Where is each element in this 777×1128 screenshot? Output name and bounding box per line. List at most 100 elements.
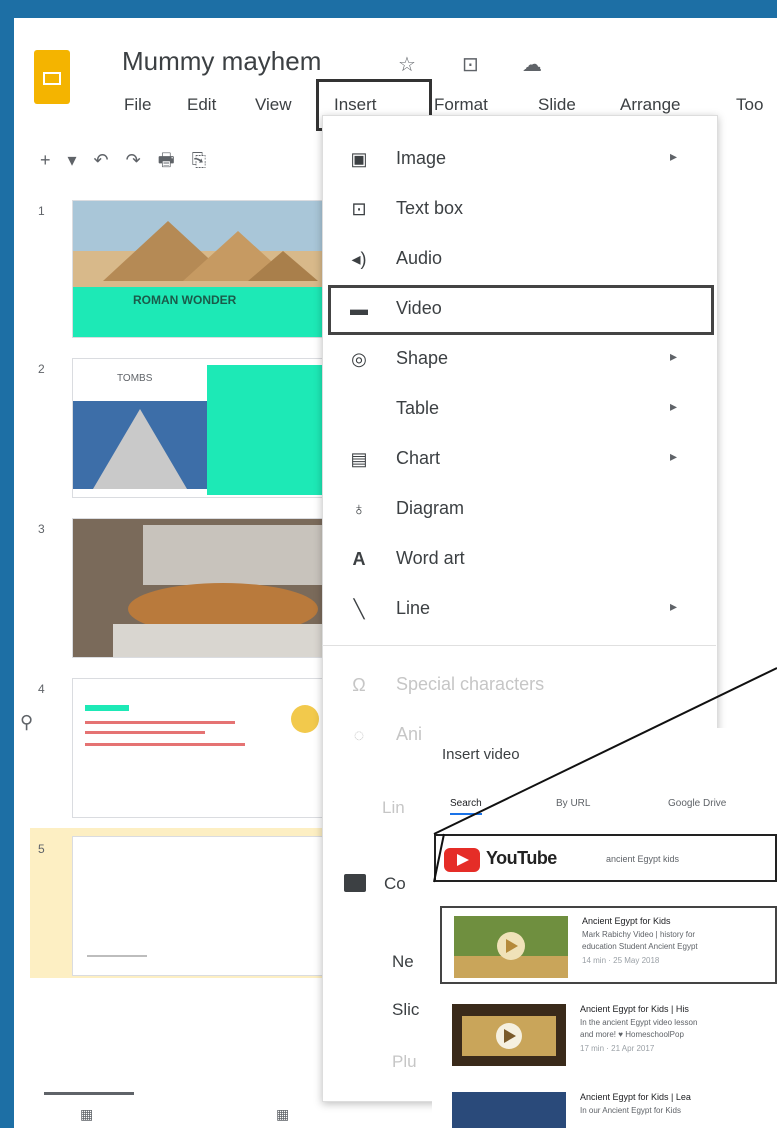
menu-arrange[interactable]: Arrange (620, 95, 680, 115)
menu-item-word-art[interactable]: A Word art (322, 538, 716, 582)
comment-add-icon (344, 874, 366, 892)
diagram-icon: ♁ (352, 499, 366, 519)
video-result-title: Ancient Egypt for Kids | Lea (580, 1092, 691, 1102)
slide-1-banner: ROMAN WONDER (133, 293, 237, 307)
youtube-logo-icon (444, 848, 480, 872)
tab-google-drive[interactable]: Google Drive (668, 798, 726, 809)
menu-item-line[interactable]: ╲ Line ▸ (322, 588, 716, 632)
slide-thumbnail-2[interactable]: TOMBS (72, 358, 324, 498)
menu-file[interactable]: File (124, 95, 151, 115)
menu-item-new-slide-partial[interactable]: Ne (392, 952, 414, 972)
menu-format[interactable]: Format (434, 95, 488, 115)
menu-item-slide-numbers-partial[interactable]: Slic (392, 1000, 419, 1020)
audio-icon: ◂) (351, 249, 367, 269)
slide-number: 3 (38, 522, 45, 536)
menu-item-comment-partial[interactable]: Co (384, 874, 406, 894)
slide-5-content (87, 955, 147, 957)
video-result-2[interactable]: Ancient Egypt for Kids | His In the anci… (440, 996, 777, 1074)
video-thumbnail (454, 916, 568, 978)
video-result-meta: 14 min · 25 May 2018 (582, 956, 660, 965)
video-result-desc: Mark Rabichy Video | history for (582, 930, 696, 939)
video-result-desc: and more! ♥ HomeschoolPop (580, 1030, 684, 1039)
menu-item-text-box[interactable]: ⊡ Text box (322, 188, 716, 232)
tomb-image (73, 365, 323, 495)
video-result-meta: 17 min · 21 Apr 2017 (580, 1044, 655, 1053)
slide-thumbnail-5[interactable] (72, 836, 324, 976)
pyramids-image (73, 201, 323, 337)
menu-item-animation-label: Ani (396, 724, 423, 744)
submenu-arrow-icon: ▸ (670, 398, 678, 414)
line-icon: ╲ (353, 599, 365, 619)
grid-view-icon[interactable]: ▦ (276, 1106, 289, 1123)
slide-thumbnail-3[interactable] (72, 518, 324, 658)
window-top-bar (0, 0, 777, 18)
slide-thumbnail-1[interactable]: ROMAN WONDER (72, 200, 324, 338)
move-folder-icon[interactable]: ⊡ (462, 52, 479, 77)
menu-item-shape-label: Shape (396, 348, 449, 368)
word-art-icon: A (352, 549, 366, 569)
window-left-bar (0, 0, 14, 1128)
menu-item-table[interactable]: Table ▸ (322, 388, 716, 432)
menu-item-audio-label: Audio (396, 248, 443, 268)
chart-icon: ▤ (350, 449, 368, 469)
slide-number: 1 (38, 204, 45, 218)
slides-logo-icon[interactable] (34, 50, 70, 104)
youtube-search-input[interactable]: ancient Egypt kids (606, 854, 679, 864)
shape-icon: ◎ (351, 349, 367, 369)
video-highlight-box (328, 285, 714, 335)
video-thumbnail (452, 1092, 566, 1128)
tab-by-url[interactable]: By URL (556, 798, 590, 809)
menu-edit[interactable]: Edit (187, 95, 216, 115)
menu-item-placeholder-partial[interactable]: Plu (392, 1052, 417, 1072)
menu-item-word-art-label: Word art (396, 548, 465, 568)
text-box-icon: ⊡ (351, 199, 367, 219)
video-result-desc: education Student Ancient Egypt (582, 942, 698, 951)
video-thumbnail (452, 1004, 566, 1066)
menu-item-image-label: Image (396, 148, 447, 168)
animation-icon: ◌ (353, 725, 365, 745)
menu-item-table-label: Table (396, 398, 440, 418)
tab-search[interactable]: Search (450, 798, 482, 815)
cloud-status-icon[interactable]: ☁ (522, 52, 542, 77)
image-icon: ▣ (350, 149, 368, 169)
filmstrip-view-icon[interactable]: ▦ (80, 1106, 93, 1123)
filmstrip-scrollbar[interactable] (44, 1092, 134, 1095)
toolbar[interactable]: + ▾ ↶ ↷ 🖶 ⎘ (40, 148, 340, 172)
special-characters-icon: Ω (352, 675, 366, 695)
slide-thumbnail-4[interactable] (72, 678, 324, 818)
video-result-desc: In our Ancient Egypt for Kids (580, 1106, 681, 1115)
slide-number: 2 (38, 362, 45, 376)
star-icon[interactable]: ☆ (398, 52, 416, 77)
menu-item-line-label: Line (396, 598, 431, 618)
menu-item-shape[interactable]: ◎ Shape ▸ (322, 338, 716, 382)
menu-item-chart[interactable]: ▤ Chart ▸ (322, 438, 716, 482)
menu-item-image[interactable]: ▣ Image ▸ (322, 138, 716, 182)
slide-number: 5 (38, 842, 45, 856)
comment-icon[interactable]: ⚲ (20, 712, 33, 733)
slide-number: 4 (38, 682, 45, 696)
submenu-arrow-icon: ▸ (670, 448, 678, 464)
menu-item-link-partial[interactable]: Lin (382, 798, 405, 818)
menu-tools[interactable]: Too (736, 95, 763, 115)
submenu-arrow-icon: ▸ (670, 148, 678, 164)
insert-video-title: Insert video (442, 746, 520, 763)
submenu-arrow-icon: ▸ (670, 348, 678, 364)
document-title[interactable]: Mummy mayhem (122, 46, 321, 77)
slide-4-content (85, 705, 319, 746)
menu-item-special-characters-label: Special characters (396, 674, 545, 694)
video-result-title: Ancient Egypt for Kids | His (580, 1004, 689, 1014)
menu-view[interactable]: View (255, 95, 292, 115)
menu-slide[interactable]: Slide (538, 95, 576, 115)
video-result-3[interactable]: Ancient Egypt for Kids | Lea In our Anci… (440, 1084, 777, 1128)
mummy-image (73, 519, 323, 657)
video-result-1[interactable]: Ancient Egypt for Kids Mark Rabichy Vide… (440, 906, 777, 984)
video-result-desc: In the ancient Egypt video lesson (580, 1018, 698, 1027)
menu-item-diagram[interactable]: ♁ Diagram (322, 488, 716, 532)
video-result-title: Ancient Egypt for Kids (582, 916, 671, 926)
menu-item-audio[interactable]: ◂) Audio (322, 238, 716, 282)
menu-item-special-characters[interactable]: Ω Special characters (322, 664, 716, 708)
menu-item-diagram-label: Diagram (396, 498, 465, 518)
menu-item-text-box-label: Text box (396, 198, 464, 218)
submenu-arrow-icon: ▸ (670, 598, 678, 614)
menu-separator (322, 645, 716, 646)
